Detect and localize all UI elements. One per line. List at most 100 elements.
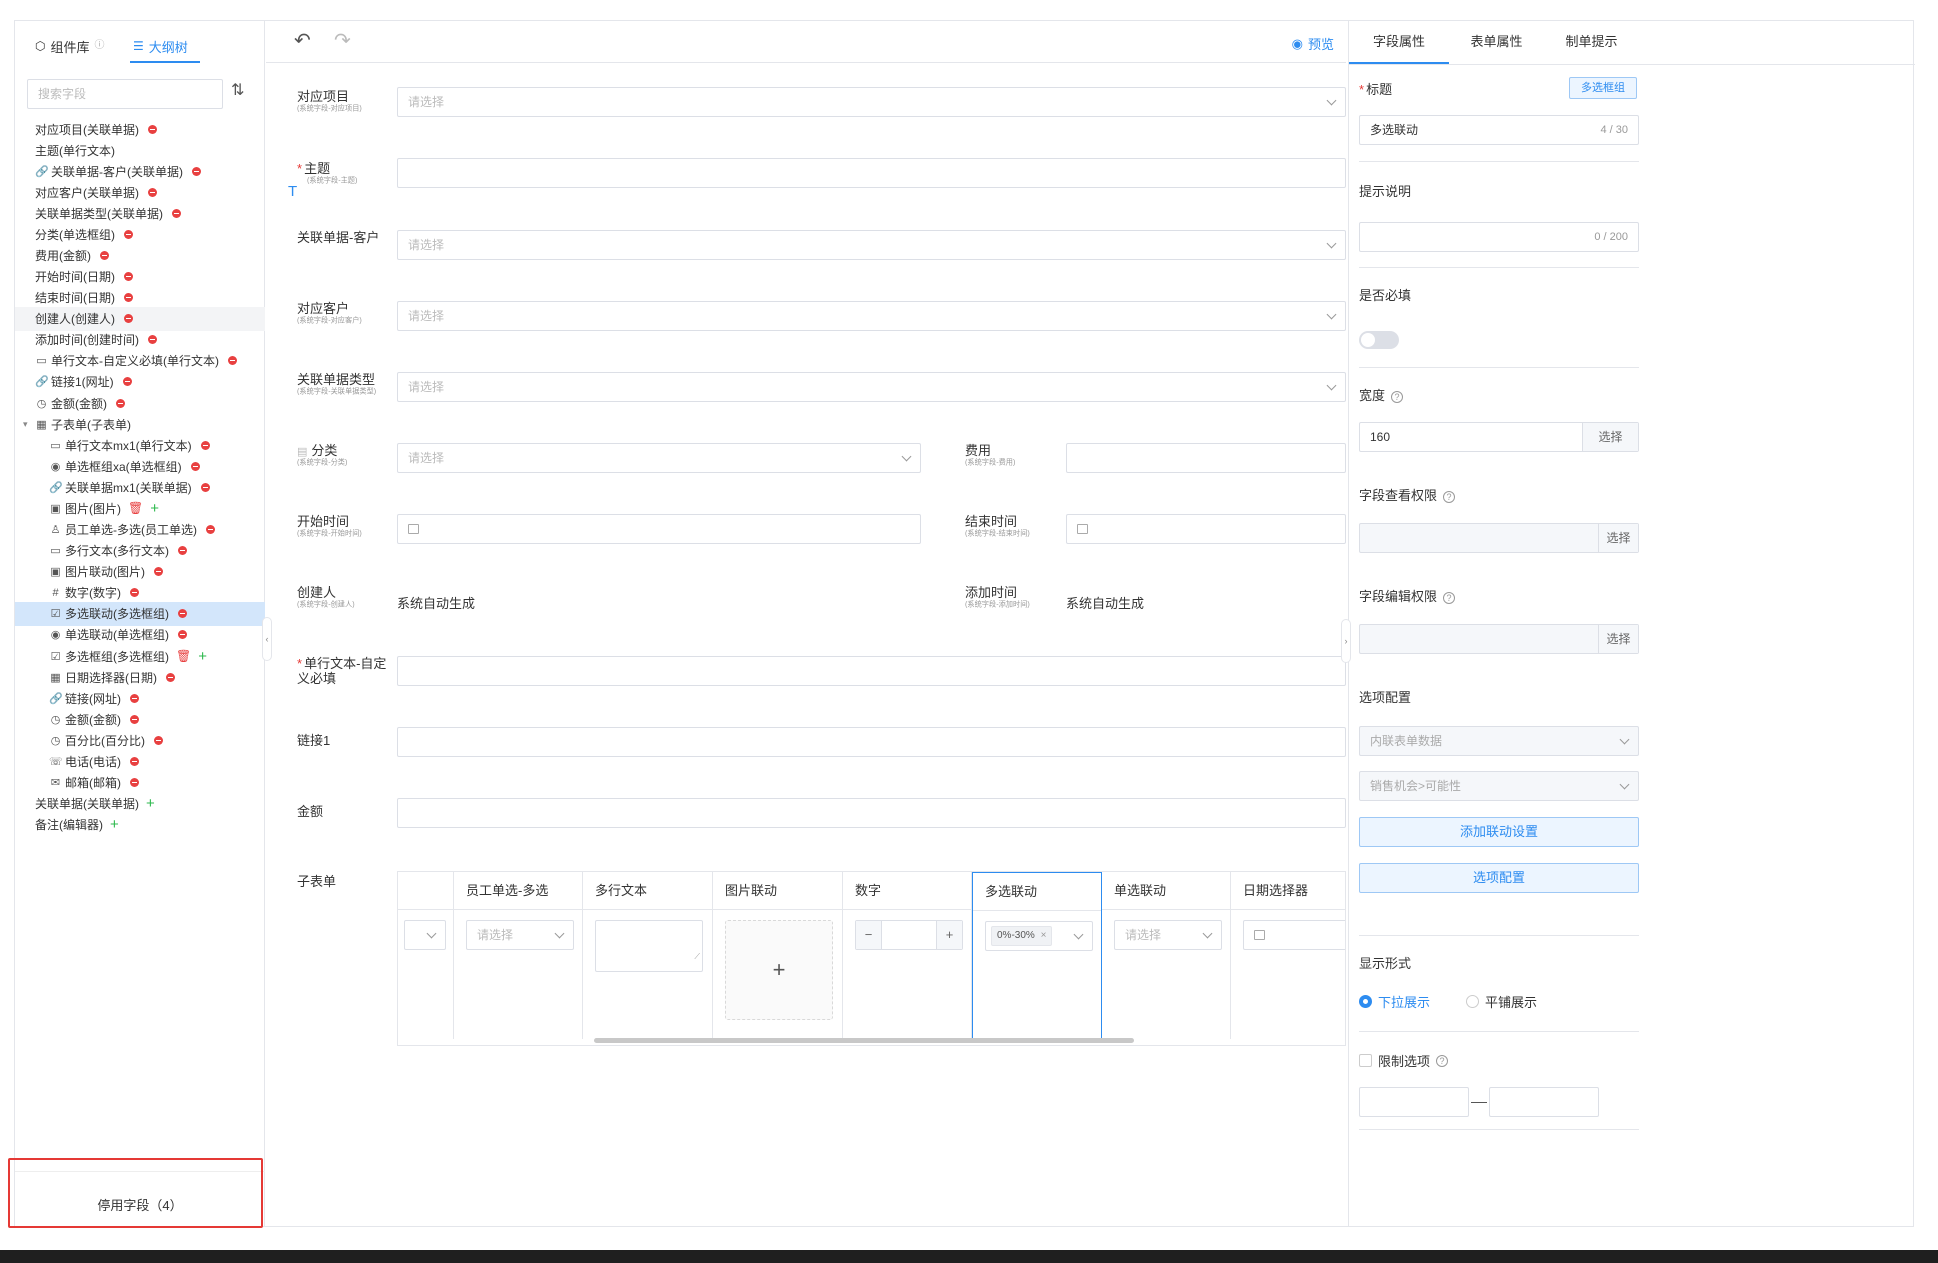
remove-icon[interactable]: [228, 356, 237, 366]
remove-icon[interactable]: [206, 525, 215, 535]
tree-item[interactable]: 备注(编辑器) +: [15, 813, 265, 837]
disabled-fields-button[interactable]: 停用字段（4）: [15, 1195, 265, 1214]
remove-icon[interactable]: [148, 124, 157, 134]
remove-icon[interactable]: [130, 588, 139, 598]
remove-icon[interactable]: [178, 609, 187, 619]
rel-customer-select[interactable]: 请选择: [397, 230, 1346, 260]
increment-button[interactable]: +: [936, 921, 962, 949]
image-upload-button[interactable]: +: [725, 920, 833, 1020]
tree-item-label: 图片(图片): [65, 501, 121, 516]
range-dash: [1471, 1102, 1487, 1103]
remove-icon[interactable]: [166, 672, 175, 682]
category-select[interactable]: 请选择: [397, 443, 921, 473]
linkage-source-select[interactable]: 销售机会>可能性: [1359, 771, 1639, 801]
remove-icon[interactable]: [200, 440, 210, 450]
remove-icon[interactable]: [100, 250, 109, 260]
caret-down-icon[interactable]: ▾: [23, 419, 28, 429]
tab-form-props[interactable]: 表单属性: [1449, 21, 1544, 63]
type-badge: 多选框组: [1569, 77, 1637, 99]
radio-dropdown[interactable]: 下拉展示: [1359, 992, 1430, 1011]
subject-input[interactable]: [397, 158, 1346, 188]
rel-type-select[interactable]: 请选择: [397, 372, 1346, 402]
remove-icon[interactable]: [192, 166, 201, 176]
add-icon[interactable]: +: [198, 648, 207, 665]
remove-icon[interactable]: [116, 398, 125, 408]
remove-icon[interactable]: [154, 567, 163, 577]
limit-options-checkbox[interactable]: 限制选项?: [1359, 1051, 1449, 1070]
number-stepper[interactable]: − +: [855, 920, 963, 950]
add-icon[interactable]: +: [146, 795, 155, 812]
decrement-button[interactable]: −: [856, 921, 882, 949]
remove-icon[interactable]: [130, 777, 139, 787]
input-icon: ▭: [36, 355, 47, 368]
remove-icon[interactable]: [124, 314, 133, 324]
multi-linkage-select[interactable]: 0%-30% ×: [985, 921, 1093, 951]
view-perm-select-button[interactable]: 选择: [1598, 524, 1638, 552]
trash-icon[interactable]: 🗑: [128, 501, 143, 515]
remove-icon[interactable]: [172, 208, 181, 218]
undo-icon[interactable]: ↶: [294, 31, 311, 51]
tree-item-label: 创建人(创建人): [35, 312, 115, 327]
remove-icon[interactable]: [122, 377, 132, 387]
tab-tips[interactable]: 制单提示: [1544, 21, 1639, 63]
edit-perm-select-button[interactable]: 选择: [1598, 625, 1638, 653]
radio-flat[interactable]: 平铺展示: [1466, 992, 1537, 1011]
remove-icon[interactable]: [130, 693, 139, 703]
tree-item-label: 百分比(百分比): [65, 733, 145, 748]
width-input[interactable]: 160 选择: [1359, 422, 1639, 452]
data-source-select[interactable]: 内联表单数据: [1359, 726, 1639, 756]
label-end: 结束时间 (系统字段-结束时间): [965, 514, 1030, 538]
remove-icon[interactable]: [130, 714, 139, 724]
remove-icon[interactable]: [124, 272, 133, 282]
remove-icon[interactable]: [124, 293, 133, 303]
hint-input[interactable]: 0 / 200: [1359, 222, 1639, 252]
collapse-right-handle[interactable]: ›: [1341, 619, 1351, 663]
project-select[interactable]: 请选择: [397, 87, 1346, 117]
search-input[interactable]: 搜索字段: [27, 79, 223, 109]
selected-tag[interactable]: 0%-30% ×: [991, 926, 1053, 946]
customer-select[interactable]: 请选择: [397, 301, 1346, 331]
tab-outline[interactable]: ☰ 大纲树: [133, 35, 188, 57]
amount-input[interactable]: [397, 798, 1346, 828]
subform-col-multi-linkage[interactable]: 多选联动 0%-30% ×: [972, 872, 1102, 1039]
remove-icon[interactable]: [178, 546, 187, 556]
link1-input[interactable]: [397, 727, 1346, 757]
remove-icon[interactable]: [148, 335, 157, 345]
options-config-button[interactable]: 选项配置: [1359, 863, 1639, 893]
remove-icon[interactable]: [148, 187, 157, 197]
tab-components[interactable]: ⬡ 组件库 ⓘ: [35, 35, 105, 57]
limit-min-input[interactable]: [1359, 1087, 1469, 1117]
start-date-input[interactable]: [397, 514, 921, 544]
required-toggle[interactable]: [1359, 331, 1399, 349]
checkbox-icon: [1359, 1054, 1372, 1067]
multiline-textarea[interactable]: ⟋: [595, 920, 703, 972]
view-perm-input[interactable]: 选择: [1359, 523, 1639, 553]
sort-icon[interactable]: ⇅: [231, 83, 244, 99]
horizontal-scrollbar[interactable]: [594, 1038, 1134, 1043]
remove-icon[interactable]: [178, 630, 187, 640]
single-linkage-select[interactable]: 请选择: [1114, 920, 1222, 950]
label-link1: 链接1: [297, 733, 331, 748]
date-picker[interactable]: [1243, 920, 1345, 950]
width-select-button[interactable]: 选择: [1582, 423, 1638, 451]
trash-icon[interactable]: 🗑: [176, 649, 191, 663]
remove-icon[interactable]: [154, 735, 163, 745]
limit-max-input[interactable]: [1489, 1087, 1599, 1117]
add-icon[interactable]: +: [110, 816, 119, 833]
preview-button[interactable]: ◉ 预览: [1292, 34, 1334, 53]
remove-icon[interactable]: [200, 482, 210, 492]
remove-icon[interactable]: [124, 229, 133, 239]
add-icon[interactable]: +: [150, 500, 159, 517]
end-date-input[interactable]: [1066, 514, 1346, 544]
custom-text-input[interactable]: [397, 656, 1346, 686]
employee-select[interactable]: 请选择: [466, 920, 574, 950]
cost-input[interactable]: [1066, 443, 1346, 473]
tab-field-props[interactable]: 字段属性: [1349, 21, 1449, 63]
redo-icon[interactable]: ↷: [334, 31, 351, 51]
title-input[interactable]: 多选联动 4 / 30: [1359, 115, 1639, 145]
remove-icon[interactable]: [130, 756, 139, 766]
remove-icon[interactable]: [190, 461, 200, 471]
partial-select[interactable]: [404, 920, 446, 950]
edit-perm-input[interactable]: 选择: [1359, 624, 1639, 654]
add-linkage-button[interactable]: 添加联动设置: [1359, 817, 1639, 847]
